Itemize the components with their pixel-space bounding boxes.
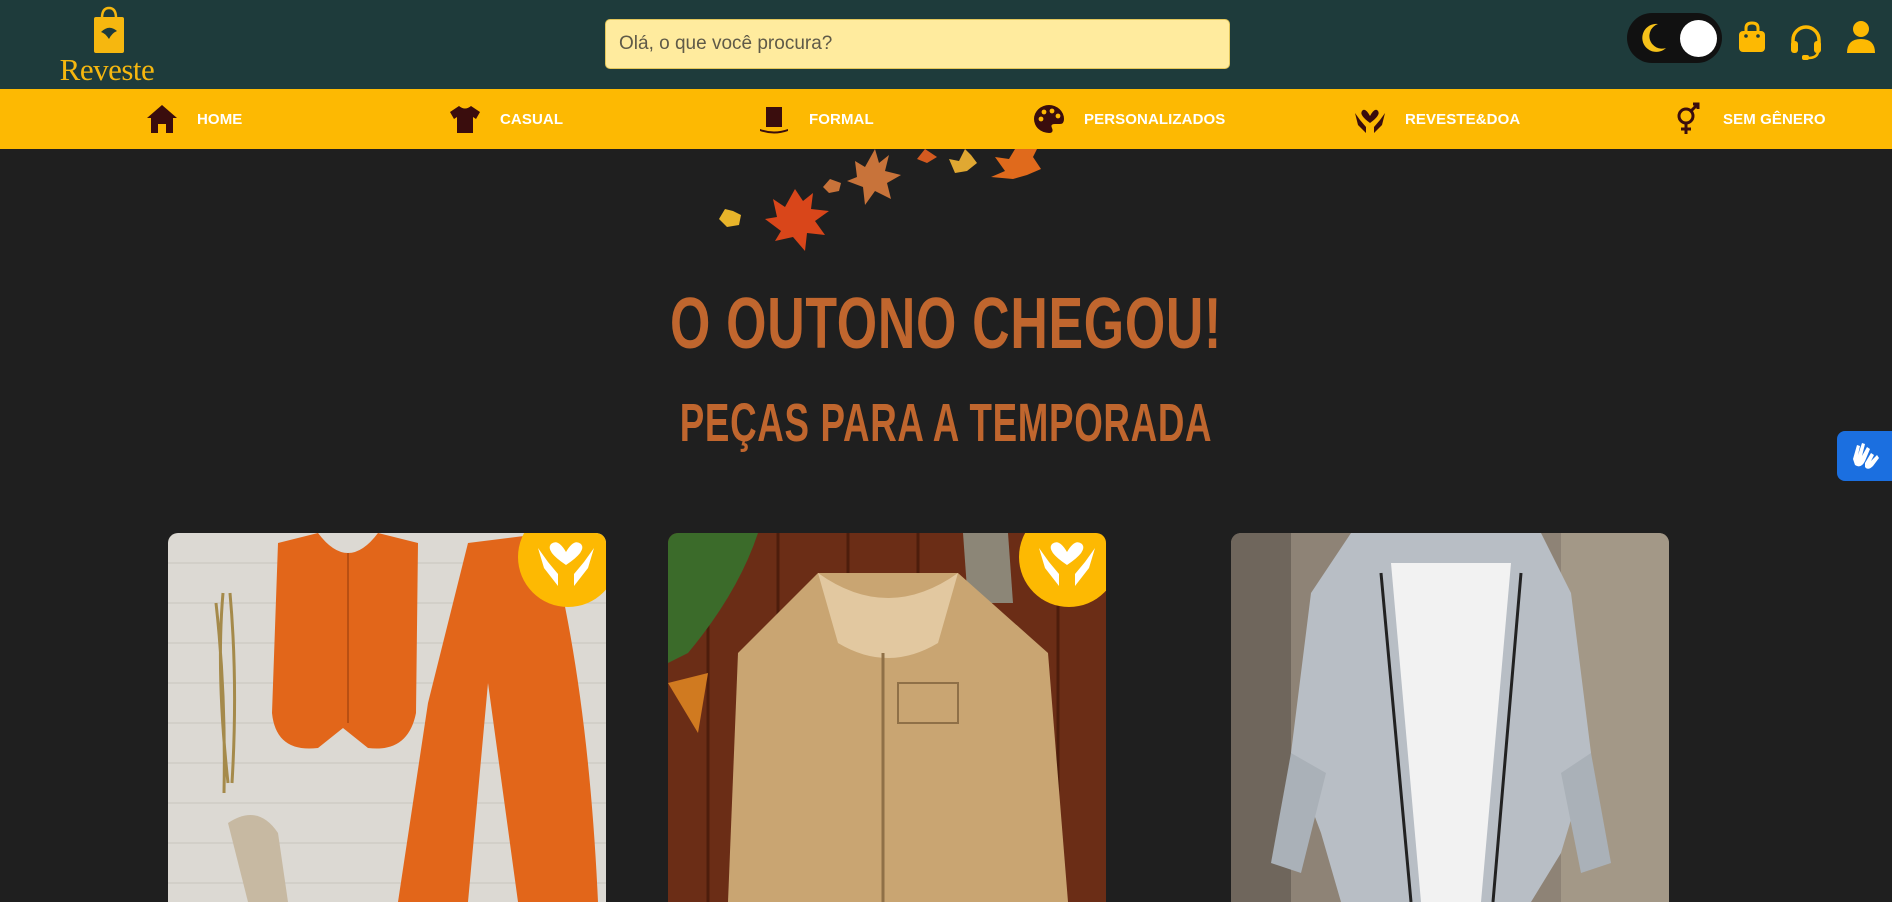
user-account-icon[interactable] xyxy=(1846,20,1876,54)
nav-label-sem-genero: SEM GÊNERO xyxy=(1723,110,1826,128)
headset-support-icon[interactable] xyxy=(1789,24,1823,60)
hero-title: O OUTONO CHEGOU! xyxy=(669,284,1223,364)
sign-language-hands-icon xyxy=(1852,443,1879,469)
autumn-leaves-decoration xyxy=(719,149,1041,251)
product-image-grey-jacket xyxy=(1231,533,1669,902)
moon-icon xyxy=(1642,23,1666,52)
nav-label-casual: CASUAL xyxy=(500,110,564,128)
hero-subtitle: PEÇAS PARA A TEMPORADA xyxy=(679,393,1213,453)
reveste-logo[interactable]: Reveste xyxy=(52,6,162,87)
sign-language-accessibility-button[interactable] xyxy=(1837,431,1892,481)
nav-item-casual[interactable]: CASUAL xyxy=(448,89,563,149)
hands-heart-badge-icon xyxy=(1039,542,1095,586)
product-card-grey-jacket[interactable] xyxy=(1231,533,1669,902)
hands-heart-badge-icon xyxy=(538,542,594,586)
hands-heart-icon xyxy=(1353,102,1387,136)
nav-item-formal[interactable]: FORMAL xyxy=(757,89,874,149)
shopping-bag-logo-icon xyxy=(94,6,124,53)
nav-item-personalizados[interactable]: PERSONALIZADOS xyxy=(1032,89,1225,149)
nav-label-home: HOME xyxy=(197,110,243,128)
category-nav: HOME CASUAL FORMAL PERSONALIZADOS REVEST… xyxy=(0,89,1892,149)
palette-icon xyxy=(1032,102,1066,136)
nav-item-sem-genero[interactable]: SEM GÊNERO xyxy=(1671,89,1826,149)
nav-item-home[interactable]: HOME xyxy=(145,89,242,149)
search-input[interactable] xyxy=(605,19,1230,69)
top-hat-icon xyxy=(757,102,791,136)
gender-icon xyxy=(1671,102,1705,136)
product-card-orange-set[interactable] xyxy=(168,533,606,902)
shirt-icon xyxy=(448,102,482,136)
toggle-knob xyxy=(1680,20,1717,57)
dark-mode-toggle[interactable] xyxy=(1627,13,1722,63)
logo-text: Reveste xyxy=(59,52,155,87)
nav-label-formal: FORMAL xyxy=(809,110,874,128)
nav-item-reveste-doa[interactable]: REVESTE&DOA xyxy=(1353,89,1520,149)
shopping-bag-icon[interactable] xyxy=(1737,21,1767,53)
nav-label-reveste-doa: REVESTE&DOA xyxy=(1405,110,1521,128)
top-header: Reveste xyxy=(0,0,1892,89)
home-icon xyxy=(145,102,179,136)
product-card-beige-jacket[interactable] xyxy=(668,533,1106,902)
nav-label-personalizados: PERSONALIZADOS xyxy=(1084,110,1226,128)
